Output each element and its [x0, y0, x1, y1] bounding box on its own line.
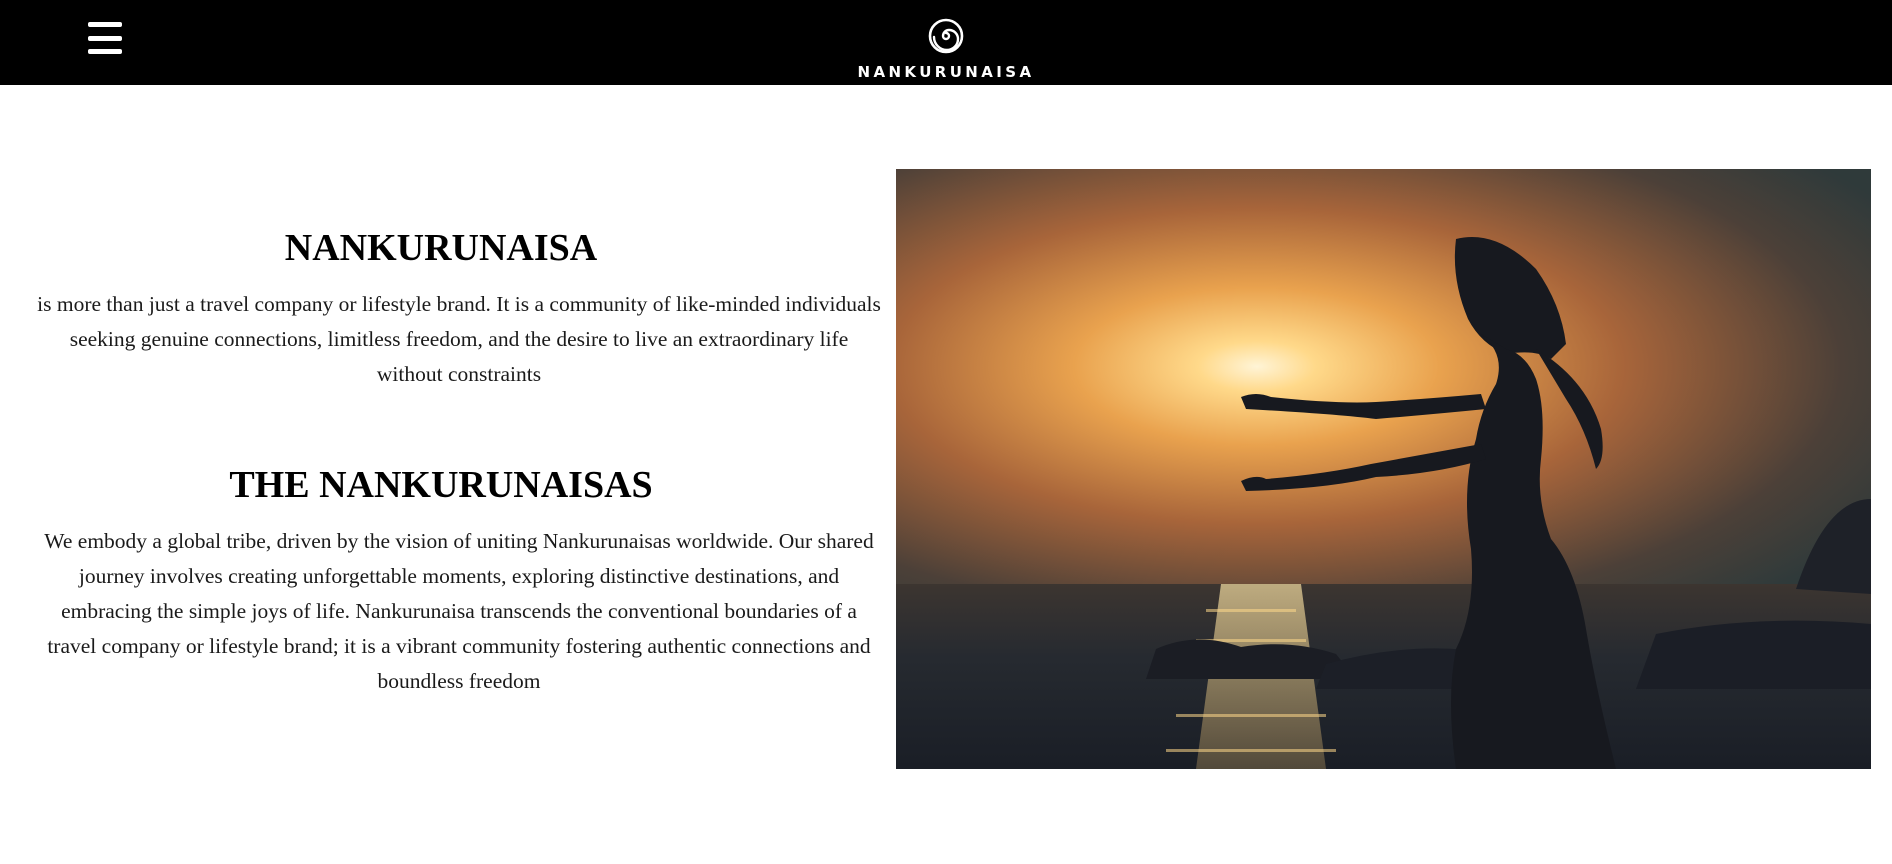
brand-logo-link[interactable]: NANKURUNAISA [846, 18, 1046, 82]
menu-line [88, 35, 122, 41]
tribe-paragraph: We embody a global tribe, driven by the … [44, 529, 874, 693]
hamburger-menu-icon[interactable] [88, 22, 122, 54]
intro-heading: NANKURUNAISA [284, 227, 598, 269]
spiral-icon [928, 18, 964, 54]
menu-line [88, 22, 122, 27]
sunset-hero-image [896, 169, 1871, 769]
top-navigation-bar: NANKURUNAISA [0, 0, 1892, 85]
tribe-heading: THE NANKURUNAISAS [229, 464, 653, 506]
sunset-silhouette-illustration [896, 169, 1871, 769]
intro-paragraph: is more than just a travel company or li… [37, 292, 881, 386]
menu-line [88, 49, 122, 54]
tribe-section: THE NANKURUNAISAS We embody a global tri… [36, 462, 882, 699]
brand-name: NANKURUNAISA [857, 63, 1035, 81]
about-section: NANKURUNAISA is more than just a travel … [36, 225, 882, 699]
